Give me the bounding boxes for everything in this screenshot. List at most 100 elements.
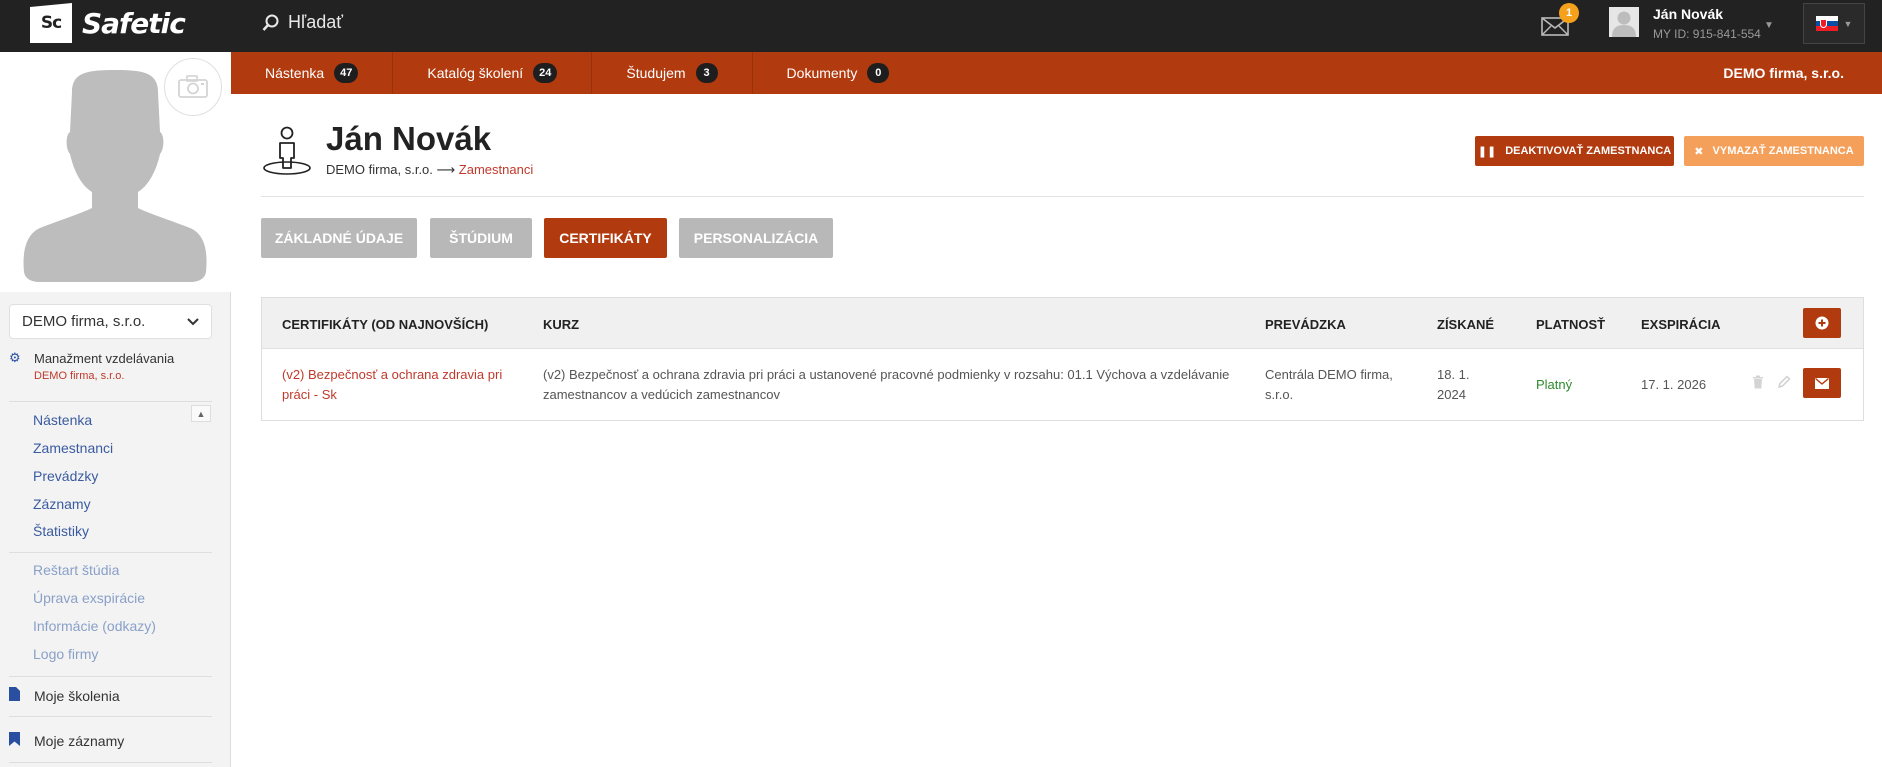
chevron-up-icon: ▲ [196, 408, 206, 419]
document-icon [9, 687, 24, 704]
trash-icon[interactable] [1752, 375, 1764, 389]
divider [9, 762, 212, 763]
sidebar-item-uprava-expiracie[interactable]: Úprava exspirácie [33, 590, 145, 606]
nav-label: Nástenka [265, 65, 325, 81]
sidebar-item-nastenka[interactable]: Nástenka [33, 412, 92, 428]
sidebar-link-label: Moje školenia [34, 687, 120, 704]
mail-count-badge: 1 [1559, 3, 1579, 23]
user-name[interactable]: Ján Novák [1653, 6, 1723, 22]
sidebar-item-restart[interactable]: Reštart štúdia [33, 562, 119, 578]
menu-section-education[interactable]: ⚙ Manažment vzdelávania DEMO firma, s.r.… [9, 350, 212, 382]
envelope-icon [1815, 377, 1829, 389]
nav-item-studujem[interactable]: Študujem 3 [592, 52, 753, 94]
section-title: Manažment vzdelávania [34, 350, 175, 366]
nav-count-badge: 24 [533, 63, 558, 83]
user-avatar[interactable] [1609, 7, 1639, 37]
tab-zakladne-udaje[interactable]: ZÁKLADNÉ ÚDAJE [261, 218, 417, 258]
gear-icon: ⚙ [9, 350, 21, 365]
expiry-cell: 17. 1. 2026 [1641, 377, 1707, 392]
search-icon [262, 14, 279, 31]
slovak-flag-icon [1815, 16, 1838, 31]
divider [9, 552, 212, 553]
column-header-expiry: EXSPIRÁCIA [1641, 317, 1721, 332]
obtained-cell: 18. 1. 2024 [1437, 367, 1470, 402]
divider [9, 401, 212, 402]
nav-count-badge: 0 [867, 63, 890, 83]
nav-label: Dokumenty [786, 65, 858, 81]
logo[interactable]: Sc Safetic [30, 3, 186, 43]
search-placeholder: Hľadať [288, 12, 344, 32]
certificate-link[interactable]: (v2) Bezpečnosť a ochrana zdravia pri pr… [282, 365, 512, 405]
nav-item-katalog[interactable]: Katalóg školení 24 [393, 52, 593, 94]
sidebar-item-zaznamy[interactable]: Záznamy [33, 496, 91, 512]
camera-button[interactable] [164, 58, 222, 116]
sidebar: DEMO firma, s.r.o. ⚙ Manažment vzdelávan… [0, 52, 231, 767]
divider [261, 196, 1864, 197]
search-box[interactable]: Hľadať [262, 12, 343, 33]
certificates-table: CERTIFIKÁTY (OD NAJNOVŠÍCH) KURZ PREVÁDZ… [261, 297, 1864, 421]
sidebar-link-moje-skolenia[interactable]: Moje školenia [9, 687, 120, 704]
column-header-validity: PLATNOSŤ [1536, 317, 1606, 332]
sidebar-item-statistiky[interactable]: Štatistiky [33, 523, 89, 539]
tab-certifikaty[interactable]: CERTIFIKÁTY [544, 218, 667, 258]
sidebar-link-moje-zaznamy[interactable]: Moje záznamy [9, 732, 124, 749]
logo-text: Safetic [82, 6, 186, 40]
delete-employee-button[interactable]: ✖ VYMAZAŤ ZAMESTNANCA [1684, 136, 1864, 166]
plus-circle-icon [1815, 316, 1829, 330]
tab-studium[interactable]: ŠTÚDIUM [430, 218, 532, 258]
column-header-site: PREVÁDZKA [1265, 317, 1346, 332]
language-selector[interactable]: ▼ [1803, 3, 1865, 44]
main-nav: Nástenka 47 Katalóg školení 24 Študujem … [231, 52, 1882, 94]
camera-icon [178, 75, 208, 98]
sidebar-item-prevadzky[interactable]: Prevádzky [33, 468, 98, 484]
avatar-silhouette-icon [1612, 11, 1636, 37]
profile-photo [0, 52, 231, 292]
delete-label: VYMAZAŤ ZAMESTNANCA [1712, 145, 1854, 157]
chevron-down-icon: ▼ [1843, 18, 1853, 29]
nav-count-badge: 47 [334, 63, 359, 83]
breadcrumb: DEMO firma, s.r.o. ⟶ Zamestnanci [326, 162, 533, 178]
nav-company-name[interactable]: DEMO firma, s.r.o. [1723, 65, 1844, 81]
deactivate-label: DEAKTIVOVAŤ ZAMESTNANCA [1505, 145, 1672, 157]
logo-mark: Sc [30, 3, 72, 43]
column-header-obtained: ZÍSKANÉ [1437, 317, 1495, 332]
validity-cell: Platný [1536, 377, 1573, 392]
nav-label: Študujem [626, 65, 686, 81]
column-header-cert: CERTIFIKÁTY (OD NAJNOVŠÍCH) [282, 317, 489, 332]
tab-personalizacia[interactable]: PERSONALIZÁCIA [679, 218, 833, 258]
sidebar-item-logo-firmy[interactable]: Logo firmy [33, 646, 98, 662]
user-id: MY ID: 915-841-554 [1653, 27, 1761, 41]
pencil-icon[interactable] [1778, 375, 1791, 388]
course-cell: (v2) Bezpečnosť a ochrana zdravia pri pr… [543, 367, 1230, 402]
top-bar: Sc Safetic Hľadať 1 Ján Novák MY ID: 915… [0, 0, 1882, 52]
divider [9, 716, 212, 717]
nav-label: Katalóg školení [427, 65, 524, 81]
deactivate-employee-button[interactable]: ❚❚ DEAKTIVOVAŤ ZAMESTNANCA [1475, 136, 1674, 166]
pause-icon: ❚❚ [1477, 145, 1497, 158]
divider [9, 676, 212, 677]
page-title: Ján Novák [326, 120, 492, 157]
employee-icon [263, 126, 311, 175]
add-certificate-button[interactable] [1803, 308, 1841, 338]
company-select-value: DEMO firma, s.r.o. [22, 313, 146, 330]
nav-item-dokumenty[interactable]: Dokumenty 0 [753, 52, 924, 94]
table-header: CERTIFIKÁTY (OD NAJNOVŠÍCH) KURZ PREVÁDZ… [262, 298, 1863, 349]
chevron-down-icon[interactable]: ▼ [1764, 20, 1774, 31]
sidebar-item-informacie[interactable]: Informácie (odkazy) [33, 618, 156, 634]
nav-count-badge: 3 [695, 63, 718, 83]
column-header-course: KURZ [543, 317, 580, 332]
nav-item-nastenka[interactable]: Nástenka 47 [231, 52, 394, 94]
sidebar-item-zamestnanci[interactable]: Zamestnanci [33, 440, 113, 456]
breadcrumb-arrow: ⟶ [436, 162, 456, 177]
site-cell: Centrála DEMO firma, s.r.o. [1265, 367, 1393, 402]
close-icon: ✖ [1694, 145, 1704, 158]
collapse-button[interactable]: ▲ [191, 405, 211, 422]
bookmark-icon [9, 732, 24, 749]
chevron-down-icon [187, 317, 199, 325]
breadcrumb-link-zamestnanci[interactable]: Zamestnanci [459, 162, 533, 177]
sidebar-link-label: Moje záznamy [34, 732, 125, 749]
section-subtitle: DEMO firma, s.r.o. [34, 370, 125, 382]
send-certificate-button[interactable] [1803, 368, 1841, 398]
breadcrumb-company: DEMO firma, s.r.o. [326, 162, 433, 177]
company-select[interactable]: DEMO firma, s.r.o. [9, 304, 212, 339]
